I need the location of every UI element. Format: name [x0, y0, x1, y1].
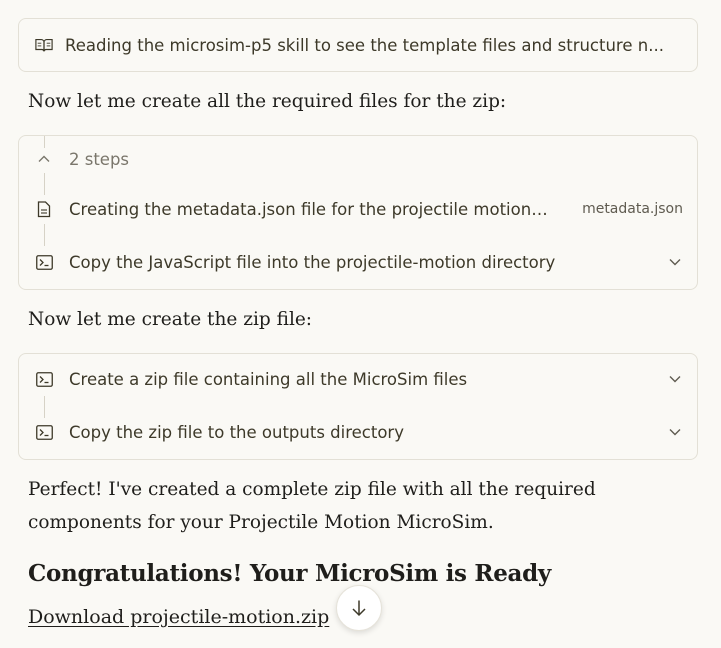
- message-text: components for your Projectile Motion Mi…: [28, 512, 494, 533]
- step-label: Create a zip file containing all the Mic…: [69, 369, 468, 389]
- reading-card-text: Reading the microsim-p5 skill to see the…: [65, 35, 664, 55]
- terminal-icon: [35, 370, 53, 388]
- step-row[interactable]: Creating the metadata.json file for the …: [19, 198, 697, 220]
- chat-transcript: Reading the microsim-p5 skill to see the…: [0, 0, 721, 648]
- timeline-connector: [44, 396, 45, 418]
- arrow-down-icon: [351, 599, 367, 617]
- steps-toggle[interactable]: 2 steps: [19, 148, 697, 170]
- book-icon: [35, 36, 53, 54]
- timeline-connector: [44, 224, 45, 246]
- chevron-up-icon: [35, 150, 53, 168]
- terminal-icon: [35, 423, 53, 441]
- timeline-connector: [44, 136, 45, 148]
- step-label: Copy the zip file to the outputs directo…: [69, 422, 404, 442]
- steps-count: 2 steps: [69, 149, 130, 169]
- message-text: Now let me create all the required files…: [28, 91, 507, 112]
- steps-card: 2 steps Creating the metadata.json file …: [18, 135, 698, 290]
- step-row[interactable]: Create a zip file containing all the Mic…: [19, 368, 697, 390]
- timeline-connector: [44, 173, 45, 195]
- step-label: Copy the JavaScript file into the projec…: [69, 252, 556, 272]
- steps-card: Create a zip file containing all the Mic…: [18, 353, 698, 460]
- chevron-down-icon[interactable]: [667, 371, 683, 387]
- section-heading: Congratulations! Your MicroSim is Ready: [28, 560, 551, 587]
- step-label: Creating the metadata.json file for the …: [69, 199, 549, 219]
- file-icon: [35, 200, 53, 218]
- chevron-down-icon[interactable]: [667, 254, 683, 270]
- step-row[interactable]: Copy the zip file to the outputs directo…: [19, 421, 697, 443]
- reading-card[interactable]: Reading the microsim-p5 skill to see the…: [18, 18, 698, 72]
- scroll-to-bottom-button[interactable]: [336, 585, 382, 631]
- step-row[interactable]: Copy the JavaScript file into the projec…: [19, 251, 697, 273]
- chevron-down-icon[interactable]: [667, 424, 683, 440]
- download-link[interactable]: Download projectile-motion.zip: [28, 606, 329, 628]
- terminal-icon: [35, 253, 53, 271]
- message-text: Perfect! I've created a complete zip fil…: [28, 479, 596, 500]
- message-text: Now let me create the zip file:: [28, 309, 313, 330]
- file-name-tag[interactable]: metadata.json: [582, 201, 683, 217]
